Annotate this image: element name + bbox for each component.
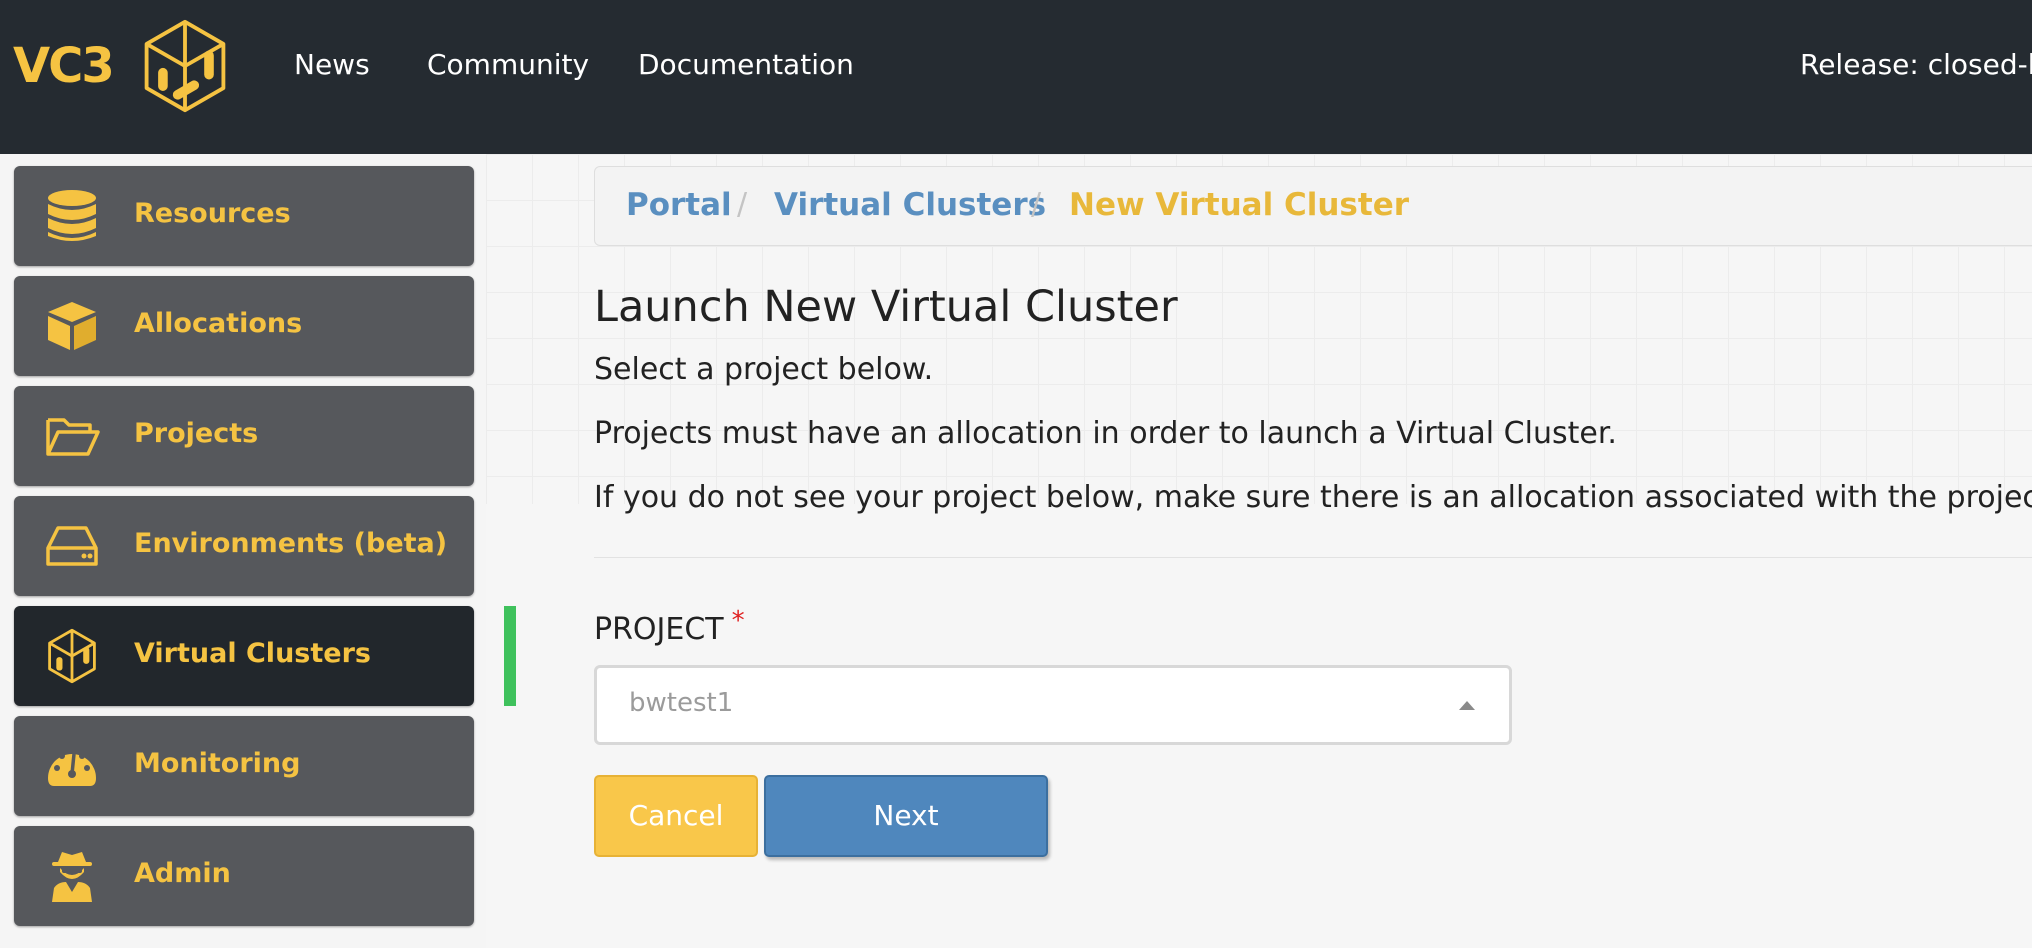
breadcrumb-portal[interactable]: Portal [626,187,732,223]
sidebar-item-projects[interactable]: Projects [14,386,474,486]
breadcrumb-separator: / [737,187,748,222]
folder-open-icon [46,418,100,456]
sidebar-item-virtual-clusters[interactable]: Virtual Clusters [14,606,474,706]
intro-text: Select a project below. [594,352,934,387]
project-label-text: PROJECT [594,612,724,647]
sidebar-item-environments[interactable]: Environments (beta) [14,496,474,596]
breadcrumb-virtual-clusters[interactable]: Virtual Clusters [774,187,1046,223]
page-title: Launch New Virtual Cluster [594,282,1178,332]
sidebar-item-label: Allocations [134,308,303,339]
tachometer-icon [48,753,96,786]
breadcrumb-separator: / [1031,187,1042,222]
project-select[interactable]: bwtest1 [594,665,1512,745]
sidebar-item-label: Projects [134,418,259,449]
sidebar-item-monitoring[interactable]: Monitoring [14,716,474,816]
vc3-logo-icon [48,628,96,684]
project-select-value: bwtest1 [629,688,734,718]
cancel-button[interactable]: Cancel [594,775,758,857]
sidebar-item-label: Monitoring [134,748,301,779]
top-navbar: VC3 News Community Documentation Release… [0,0,2032,154]
cube-icon [48,302,96,350]
user-secret-icon [52,852,92,902]
hard-drive-icon [46,526,98,566]
database-icon [48,190,96,241]
brand-text[interactable]: VC3 [13,38,115,94]
allocation-note: Projects must have an allocation in orde… [594,416,1617,451]
sidebar-item-label: Admin [134,858,231,889]
active-indicator [504,606,516,706]
nav-link-news[interactable]: News [294,48,370,81]
sidebar-item-allocations[interactable]: Allocations [14,276,474,376]
sidebar-item-resources[interactable]: Resources [14,166,474,266]
sidebar-item-admin[interactable]: Admin [14,826,474,926]
help-text: If you do not see your project below, ma… [594,480,2032,515]
sidebar-item-label: Virtual Clusters [134,638,371,669]
sidebar-item-label: Environments (beta) [134,528,448,559]
sidebar-item-label: Resources [134,198,291,229]
caret-up-icon [1459,701,1475,710]
required-mark: * [731,606,745,636]
nav-link-community[interactable]: Community [427,48,589,81]
divider [594,557,2032,558]
nav-link-documentation[interactable]: Documentation [638,48,854,81]
release-label: Release: closed-b [1800,48,2032,81]
breadcrumb: Portal / Virtual Clusters / New Virtual … [594,166,2032,246]
vc3-logo-icon[interactable] [136,18,234,114]
project-label: PROJECT * [594,606,745,647]
next-button[interactable]: Next [764,775,1048,857]
breadcrumb-new-virtual-cluster: New Virtual Cluster [1069,187,1410,223]
